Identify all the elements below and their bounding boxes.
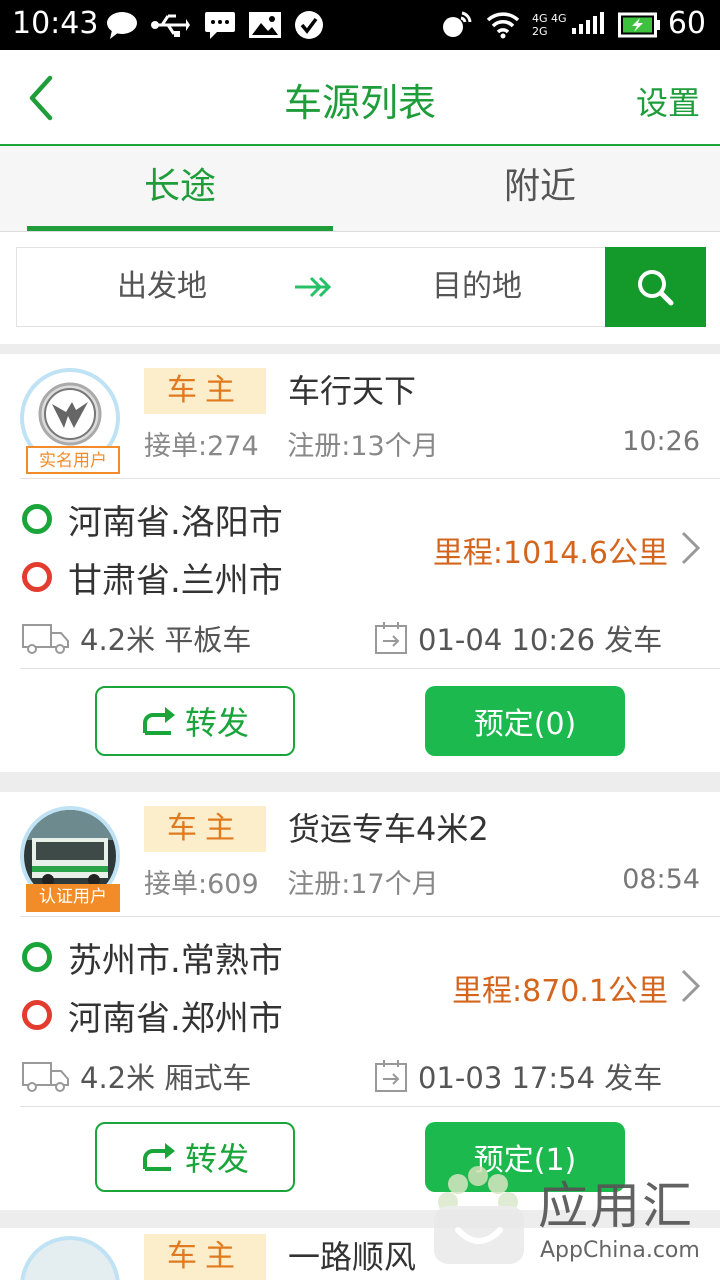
listing-card[interactable]: 实名用户 车主 车行天下 接单:274 注册:13个月 10:26 河南省.洛阳… — [0, 354, 720, 772]
watermark-url: AppChina.com — [540, 1238, 700, 1263]
role-tag: 车主 — [144, 1234, 266, 1280]
destination-dot-icon — [22, 1000, 52, 1030]
destination-row: 河南省.郑州市 — [22, 992, 283, 1039]
settings-button[interactable]: 设置 — [636, 78, 700, 124]
forward-button[interactable]: 转发 — [95, 1122, 295, 1192]
listing-card[interactable]: 认证用户 车主 货运专车4米2 接单:609 注册:17个月 08:54 苏州市… — [0, 792, 720, 1210]
tab-bar: 长途 附近 — [0, 146, 720, 232]
sms-icon — [204, 10, 236, 40]
distance: 里程:1014.6公里 — [432, 536, 668, 571]
share-icon — [142, 707, 175, 735]
route-search-bar: 出发地 目的地 — [0, 232, 720, 344]
calendar-icon — [375, 622, 407, 654]
owner-stats: 接单:274 注册:13个月 — [144, 424, 459, 463]
origin-dot-icon — [22, 942, 52, 972]
registration-age: 注册:17个月 — [287, 869, 439, 900]
double-arrow-right-icon — [295, 276, 332, 298]
tab-indicator — [27, 226, 333, 231]
truck-icon — [22, 624, 69, 654]
wifi-call-icon — [440, 10, 474, 40]
role-tag: 车主 — [144, 368, 266, 414]
battery-icon — [618, 10, 660, 40]
battery-level: 60 — [667, 6, 706, 41]
vehicle-spec: 4.2米 平板车 — [80, 623, 252, 657]
owner-stats: 接单:609 注册:17个月 — [144, 862, 459, 901]
post-time: 08:54 — [622, 864, 700, 895]
top-app-bar: 车源列表 设置 — [0, 50, 720, 146]
appchina-watermark: 应用汇 AppChina.com — [428, 1160, 720, 1280]
avatar-image — [20, 1236, 120, 1280]
origin-city: 苏州市.常熟市 — [68, 940, 283, 981]
origin-row: 河南省.洛阳市 — [22, 496, 283, 543]
signal-bars-icon — [572, 10, 604, 40]
origin-field[interactable]: 出发地 — [17, 248, 307, 326]
departure-time: 01-03 17:54 发车 — [418, 1061, 663, 1095]
certified-badge: 认证用户 — [26, 884, 120, 912]
search-button[interactable] — [605, 247, 706, 327]
book-button[interactable]: 预定(0) — [425, 686, 625, 756]
calendar-icon — [375, 1060, 407, 1092]
page-title: 车源列表 — [283, 81, 436, 125]
avatar: 认证用户 — [20, 806, 122, 912]
image-icon — [248, 10, 282, 40]
origin-dot-icon — [22, 504, 52, 534]
owner-name: 一路顺风 — [288, 1238, 417, 1276]
divider — [20, 916, 720, 917]
verified-badge: 实名用户 — [26, 446, 120, 474]
destination-dot-icon — [22, 562, 52, 592]
share-icon — [142, 1143, 175, 1171]
chevron-right-icon[interactable] — [678, 530, 702, 566]
destination-field[interactable]: 目的地 — [337, 248, 617, 326]
divider — [20, 478, 720, 479]
owner-name: 货运专车4米2 — [288, 810, 489, 848]
role-tag: 车主 — [144, 806, 266, 852]
check-circle-icon — [294, 10, 324, 40]
watermark-title: 应用汇 — [538, 1177, 694, 1235]
registration-age: 注册:13个月 — [287, 431, 439, 462]
forward-label: 转发 — [184, 1140, 249, 1178]
divider — [20, 668, 720, 669]
forward-button[interactable]: 转发 — [95, 686, 295, 756]
wifi-icon — [486, 10, 520, 40]
destination-city: 甘肃省.兰州市 — [68, 560, 283, 601]
avatar — [20, 1236, 122, 1280]
tab-nearby[interactable]: 附近 — [360, 146, 720, 232]
forward-label: 转发 — [184, 704, 249, 742]
avatar: 实名用户 — [20, 368, 122, 474]
divider — [20, 1106, 720, 1107]
vehicle-info: 4.2米 平板车 — [22, 618, 251, 658]
destination-city: 河南省.郑州市 — [68, 998, 283, 1039]
vehicle-spec: 4.2米 厢式车 — [80, 1061, 252, 1095]
origin-row: 苏州市.常熟市 — [22, 934, 283, 981]
origin-city: 河南省.洛阳市 — [68, 502, 283, 543]
order-count: 接单:274 — [144, 431, 259, 462]
destination-row: 甘肃省.兰州市 — [22, 554, 283, 601]
departure-time: 01-04 10:26 发车 — [418, 623, 663, 657]
network-type-top: 4G 4G — [532, 12, 567, 25]
status-bar: 10:43 4G 4G 2G 60 — [0, 0, 720, 50]
message-bubble-icon — [106, 10, 138, 40]
departure-info: 01-04 10:26 发车 — [374, 618, 662, 658]
appchina-logo-icon — [434, 1166, 524, 1264]
vehicle-info: 4.2米 厢式车 — [22, 1056, 251, 1096]
search-icon — [638, 270, 674, 306]
departure-info: 01-03 17:54 发车 — [374, 1056, 662, 1096]
tab-long-distance[interactable]: 长途 — [0, 146, 360, 232]
route-search-box: 出发地 目的地 — [16, 247, 706, 327]
order-count: 接单:609 — [144, 869, 259, 900]
distance: 里程:870.1公里 — [452, 974, 668, 1009]
usb-icon — [150, 10, 190, 40]
truck-icon — [22, 1062, 69, 1092]
network-type-bottom: 2G — [532, 25, 548, 38]
owner-name: 车行天下 — [288, 372, 417, 410]
chevron-right-icon[interactable] — [678, 968, 702, 1004]
post-time: 10:26 — [622, 426, 700, 457]
signal-icon: 4G 4G 2G — [532, 10, 567, 40]
status-time: 10:43 — [12, 6, 99, 41]
